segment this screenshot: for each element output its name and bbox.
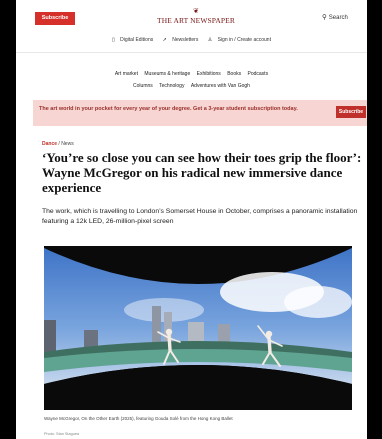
site-header: Subscribe ❦ THE ART NEWSPAPER ⚲ Search xyxy=(16,0,367,34)
nav-item-museums-heritage[interactable]: Museums & heritage xyxy=(144,71,190,77)
site-logo[interactable]: ❦ THE ART NEWSPAPER xyxy=(141,8,251,30)
sign-in-label: Sign in / Create account xyxy=(217,37,271,43)
nav-item-columns[interactable]: Columns xyxy=(133,83,153,89)
nav-item-podcasts[interactable]: Podcasts xyxy=(248,71,269,77)
utility-bar: ▯ Digital Editions ➚ Newsletters ♙ Sign … xyxy=(16,37,367,43)
article-headline: ‘You’re so close you can see how their t… xyxy=(42,150,362,195)
nav-item-exhibitions[interactable]: Exhibitions xyxy=(197,71,221,77)
digital-editions-link[interactable]: ▯ Digital Editions xyxy=(110,37,155,43)
sign-in-link[interactable]: ♙ Sign in / Create account xyxy=(206,37,273,43)
digital-editions-label: Digital Editions xyxy=(120,37,154,43)
nav-item-books[interactable]: Books xyxy=(227,71,241,77)
user-icon: ♙ xyxy=(207,37,213,43)
promo-subscribe-button[interactable]: Subscribe xyxy=(336,106,366,118)
hero-photo-illustration xyxy=(44,248,352,410)
promo-text: The art world in your pocket for every y… xyxy=(39,106,298,112)
tablet-icon: ▯ xyxy=(112,37,115,43)
nav-item-art-market[interactable]: Art market xyxy=(115,71,138,77)
category-link-news[interactable]: News xyxy=(61,141,74,147)
subscribe-button[interactable]: Subscribe xyxy=(35,12,75,25)
image-credit: Photo: Stan Staguea xyxy=(44,432,80,436)
student-promo-banner: The art world in your pocket for every y… xyxy=(33,100,367,126)
search-label: Search xyxy=(328,15,348,21)
newsletters-label: Newsletters xyxy=(172,37,199,43)
main-nav-row-2: Columns Technology Adventures with Van G… xyxy=(16,83,367,89)
section-link-dance[interactable]: Dance xyxy=(42,141,57,147)
search-button[interactable]: ⚲ Search xyxy=(322,13,348,21)
image-caption: Wayne McGregor, On the Other Earth (2025… xyxy=(44,416,233,421)
crest-icon: ❦ xyxy=(193,8,199,15)
hero-image xyxy=(44,246,352,410)
main-nav-row-1: Art market Museums & heritage Exhibition… xyxy=(16,71,367,77)
search-icon: ⚲ xyxy=(322,14,327,21)
article-standfirst: The work, which is travelling to London’… xyxy=(42,208,358,225)
nav-item-technology[interactable]: Technology xyxy=(159,83,184,89)
newsletters-link[interactable]: ➚ Newsletters xyxy=(161,37,201,43)
logo-wordmark: THE ART NEWSPAPER xyxy=(157,16,235,25)
nav-item-adventures-van-gogh[interactable]: Adventures with Van Gogh xyxy=(191,83,250,89)
breadcrumb: Dance / News xyxy=(42,141,74,147)
header-divider xyxy=(16,52,367,53)
article-page: Subscribe ❦ THE ART NEWSPAPER ⚲ Search ▯ … xyxy=(16,0,367,439)
send-icon: ➚ xyxy=(162,37,167,43)
